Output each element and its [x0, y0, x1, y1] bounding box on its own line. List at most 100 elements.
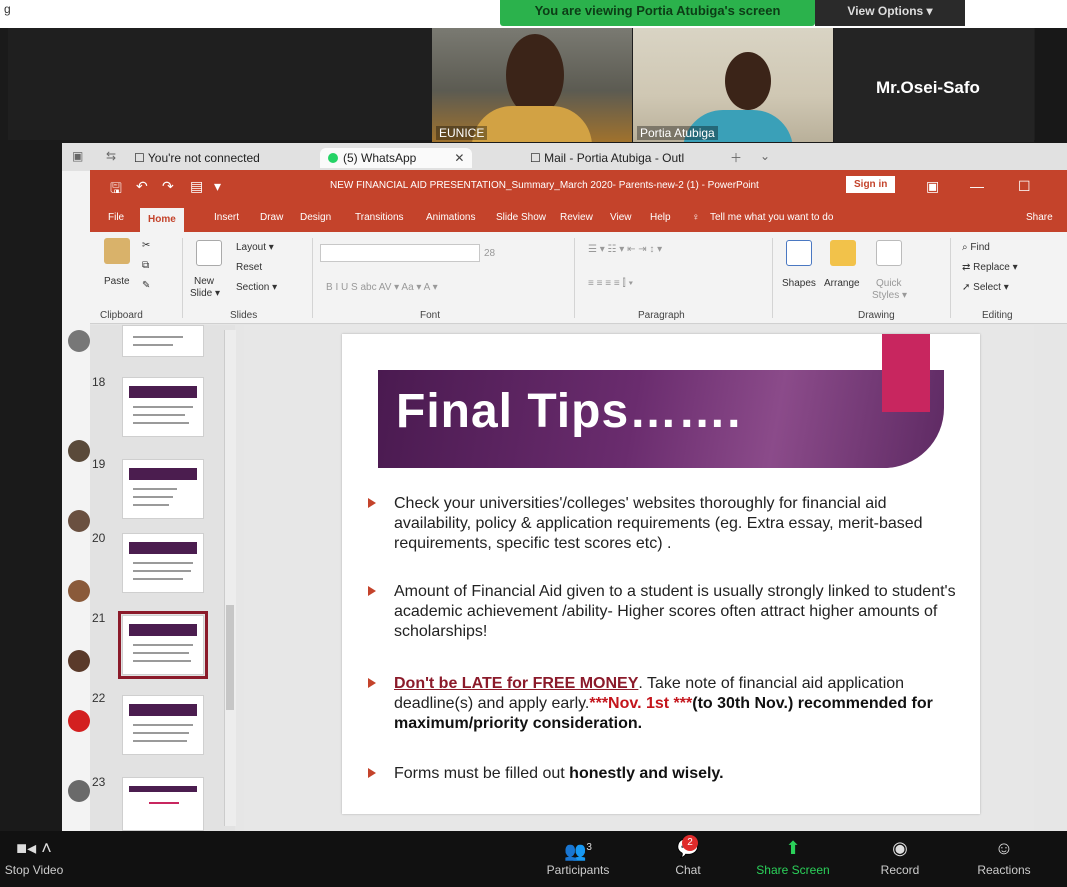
tab-history-icon[interactable]: ⇆: [106, 149, 116, 163]
slide-21[interactable]: Final Tips……. Check your universities'/c…: [342, 334, 980, 814]
new-slide-dropdown[interactable]: Slide ▾: [190, 288, 220, 299]
share-screen-button[interactable]: ⬆ Share Screen: [748, 837, 838, 877]
tab-file[interactable]: File: [108, 212, 124, 223]
select-button[interactable]: ➚ Select ▾: [962, 282, 1009, 293]
align-tools[interactable]: ≡ ≡ ≡ ≡ ⫿ ▾: [588, 278, 633, 289]
arrange-icon[interactable]: [830, 240, 856, 266]
tab-home[interactable]: Home: [140, 208, 184, 232]
tab-not-connected[interactable]: ☐ You're not connected: [134, 148, 260, 168]
avatar[interactable]: [68, 580, 90, 602]
slide-thumbnail-23[interactable]: [122, 777, 204, 831]
tell-me-search[interactable]: Tell me what you want to do: [710, 212, 833, 223]
customize-qat-icon[interactable]: ▾: [214, 178, 221, 195]
section-button[interactable]: Section ▾: [236, 282, 277, 293]
paste-button[interactable]: Paste: [104, 276, 130, 287]
group-editing: Editing: [982, 310, 1013, 321]
slide-thumbnails-pane: 18 19 20 21 22 23: [90, 325, 235, 831]
slide-thumbnail-22[interactable]: [122, 695, 204, 755]
font-name-box[interactable]: [320, 244, 480, 262]
video-tile-portia[interactable]: Portia Atubiga: [633, 28, 833, 142]
participants-button[interactable]: 👥3 Participants: [538, 837, 618, 877]
reset-button[interactable]: Reset: [236, 262, 262, 273]
emphasis-link: Don't be LATE for FREE MONEY: [394, 675, 639, 692]
quick-styles-icon[interactable]: [876, 240, 902, 266]
slide-thumbnail-21-selected[interactable]: [118, 611, 208, 679]
font-format-tools[interactable]: B I U S abc AV ▾ Aa ▾ A ▾: [326, 282, 438, 293]
tile-name: EUNICE: [436, 126, 488, 140]
paste-icon[interactable]: [104, 238, 130, 264]
format-painter-icon[interactable]: ✎: [142, 280, 150, 291]
close-icon[interactable]: ✕: [454, 151, 464, 165]
record-button[interactable]: ◉ Record: [870, 837, 930, 877]
font-size-box[interactable]: 28: [484, 248, 495, 259]
tab-transitions[interactable]: Transitions: [355, 212, 404, 223]
tab-mail[interactable]: ☐ Mail - Portia Atubiga - Outl: [530, 148, 684, 168]
tab-review[interactable]: Review: [560, 212, 593, 223]
slide-thumbnail-20[interactable]: [122, 533, 204, 593]
tab-insert[interactable]: Insert: [214, 212, 239, 223]
share-button[interactable]: Share: [1026, 212, 1053, 223]
replace-button[interactable]: ⇄ Replace ▾: [962, 262, 1018, 273]
tab-whatsapp[interactable]: (5) WhatsApp ✕: [320, 148, 473, 168]
view-options-button[interactable]: View Options ▾: [815, 0, 965, 26]
slide-thumbnail-17[interactable]: [122, 325, 204, 357]
tab-help[interactable]: Help: [650, 212, 671, 223]
slide-thumbnail-19[interactable]: [122, 459, 204, 519]
cut-icon[interactable]: ✂: [142, 240, 150, 251]
avatar[interactable]: [68, 330, 90, 352]
ribbon-separator: [312, 238, 313, 318]
tab-view[interactable]: View: [610, 212, 632, 223]
redo-icon[interactable]: ↷: [162, 178, 174, 195]
undo-icon[interactable]: ↶: [136, 178, 148, 195]
zoom-toolbar: ■◂ ˄ Stop Video 👥3 Participants 💬 2 Chat…: [0, 831, 1067, 887]
save-icon[interactable]: 🖫: [110, 178, 122, 202]
tab-design[interactable]: Design: [300, 212, 331, 223]
new-slide-icon[interactable]: [196, 240, 222, 266]
tab-draw[interactable]: Draw: [260, 212, 283, 223]
start-slideshow-icon[interactable]: ▤: [190, 178, 203, 195]
scrollbar-thumb[interactable]: [226, 605, 234, 710]
ribbon-options-icon[interactable]: ▣: [926, 178, 939, 195]
avatar[interactable]: [68, 510, 90, 532]
slide-thumbnail-18[interactable]: [122, 377, 204, 437]
avatar[interactable]: [68, 780, 90, 802]
deadline-highlight: ***Nov. 1st ***: [589, 695, 693, 712]
copy-icon[interactable]: ⧉: [142, 260, 149, 271]
participant-body: [472, 106, 592, 142]
thumb-line: [133, 578, 183, 580]
zoom-window: g You are viewing Portia Atubiga's scree…: [0, 0, 1067, 887]
list-tools[interactable]: ☰ ▾ ☷ ▾ ⇤ ⇥ ↕ ▾: [588, 244, 662, 255]
slide-number: 20: [92, 531, 106, 545]
group-paragraph: Paragraph: [638, 310, 685, 321]
new-slide-button[interactable]: New: [194, 276, 214, 287]
reactions-button[interactable]: ☺ Reactions: [966, 837, 1042, 877]
new-tab-icon[interactable]: ＋: [730, 149, 742, 166]
tab-dropdown-icon[interactable]: ⌄: [760, 149, 770, 163]
stop-video-button[interactable]: ■◂ ˄ Stop Video: [4, 837, 64, 877]
group-font: Font: [420, 310, 441, 321]
thumbnail-scrollbar[interactable]: [224, 330, 236, 826]
tab-page-icon: ☐: [134, 151, 148, 165]
find-button[interactable]: ⌕ Find: [962, 242, 990, 253]
avatar[interactable]: [68, 710, 90, 732]
shapes-button[interactable]: Shapes: [782, 278, 816, 289]
chat-button[interactable]: 💬 2 Chat: [658, 835, 718, 877]
ribbon-separator: [574, 238, 575, 318]
minimize-icon[interactable]: —: [970, 178, 984, 194]
quick-styles-dropdown[interactable]: Styles ▾: [872, 290, 907, 301]
avatar[interactable]: [68, 440, 90, 462]
quick-styles-button[interactable]: Quick: [876, 278, 902, 289]
maximize-icon[interactable]: ☐: [1018, 178, 1031, 195]
arrange-button[interactable]: Arrange: [824, 278, 860, 289]
avatar[interactable]: [68, 650, 90, 672]
slide-number: 23: [92, 775, 106, 789]
thumb-line: [133, 732, 189, 734]
tab-slide-show[interactable]: Slide Show: [496, 212, 546, 223]
thumb-line: [133, 740, 187, 742]
layout-button[interactable]: Layout ▾: [236, 242, 274, 253]
sign-in-button[interactable]: Sign in: [846, 176, 896, 193]
video-tile-eunice[interactable]: EUNICE: [432, 28, 632, 142]
tab-animations[interactable]: Animations: [426, 212, 475, 223]
shapes-icon[interactable]: [786, 240, 812, 266]
lightbulb-icon: ♀: [692, 212, 700, 223]
